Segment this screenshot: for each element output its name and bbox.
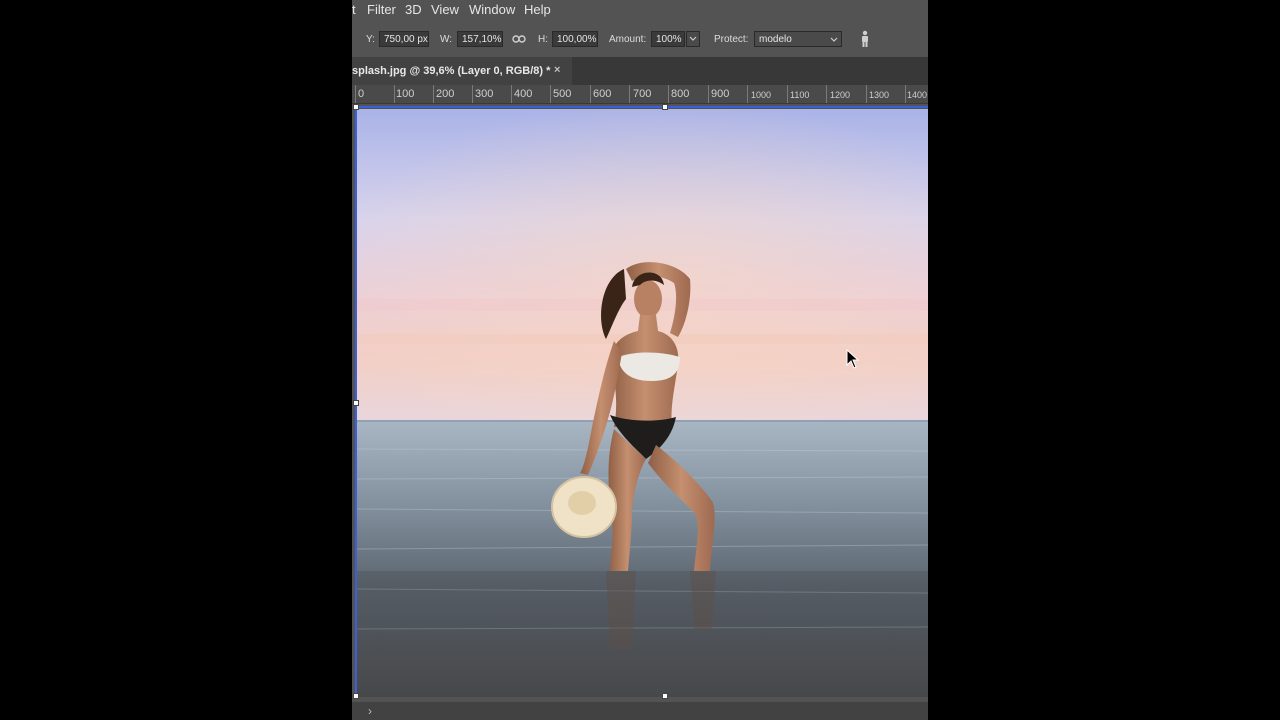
amount-dropdown[interactable] xyxy=(686,31,700,47)
menu-window[interactable]: Window xyxy=(469,2,515,17)
y-label: Y: xyxy=(366,34,375,45)
transform-handle-bottom-left[interactable] xyxy=(353,693,359,699)
ruler-label: 700 xyxy=(633,88,652,100)
menu-bar: t Filter 3D View Window Help xyxy=(352,0,928,21)
document-canvas[interactable] xyxy=(356,109,928,697)
close-icon[interactable]: × xyxy=(554,64,564,76)
ruler-label: 1200 xyxy=(830,90,851,100)
menu-filter[interactable]: Filter xyxy=(367,2,396,17)
photoshop-window: t Filter 3D View Window Help Y: 750,00 p… xyxy=(352,0,928,720)
person-icon[interactable] xyxy=(858,30,872,48)
amount-label: Amount: xyxy=(609,34,647,45)
ruler-label: 1400 xyxy=(907,90,928,100)
horizontal-ruler: 0 100 200 300 400 500 600 700 800 900 10… xyxy=(352,85,928,104)
w-field[interactable]: 157,10% xyxy=(457,31,503,47)
y-field[interactable]: 750,00 px xyxy=(379,31,429,47)
h-label: H: xyxy=(538,34,548,45)
ruler-label: 300 xyxy=(475,88,494,100)
status-bar: › xyxy=(352,702,928,720)
mouse-pointer-icon xyxy=(846,349,860,369)
protect-label: Protect: xyxy=(714,34,749,45)
chevron-down-icon xyxy=(830,32,838,46)
h-field[interactable]: 100,00% xyxy=(552,31,598,47)
ruler-label: 200 xyxy=(436,88,455,100)
ruler-label: 600 xyxy=(593,88,612,100)
ruler-label: 1100 xyxy=(790,90,810,100)
menu-help[interactable]: Help xyxy=(524,2,551,17)
document-tab-bar: splash.jpg @ 39,6% (Layer 0, RGB/8) * × xyxy=(352,57,928,85)
transform-handle-top-left[interactable] xyxy=(353,104,359,110)
ruler-label: 800 xyxy=(671,88,690,100)
ruler-label: 0 xyxy=(358,88,365,100)
ruler-label: 900 xyxy=(711,88,730,100)
w-label: W: xyxy=(440,34,453,45)
ruler-label: 1000 xyxy=(751,90,772,100)
beach-photo xyxy=(356,109,928,697)
document-tab-title: splash.jpg @ 39,6% (Layer 0, RGB/8) * xyxy=(352,65,551,77)
amount-field[interactable]: 100% xyxy=(651,31,685,47)
protect-value: modelo xyxy=(759,34,792,45)
options-bar: Y: 750,00 px W: 157,10% H: 100,00% Amoun… xyxy=(352,22,928,56)
ruler-label: 100 xyxy=(396,88,415,100)
transform-handle-middle-left[interactable] xyxy=(353,400,359,406)
document-tab[interactable]: splash.jpg @ 39,6% (Layer 0, RGB/8) * × xyxy=(352,57,572,85)
link-icon[interactable] xyxy=(512,33,526,45)
ruler-label: 500 xyxy=(553,88,572,100)
ruler-label: 1300 xyxy=(869,90,890,100)
ruler-label: 400 xyxy=(514,88,533,100)
menu-3d[interactable]: 3D xyxy=(405,2,422,17)
status-expand-arrow[interactable]: › xyxy=(368,704,372,718)
menu-edit[interactable]: t xyxy=(352,2,356,17)
menu-view[interactable]: View xyxy=(431,2,459,17)
transform-handle-bottom-center[interactable] xyxy=(662,693,668,699)
protect-select[interactable]: modelo xyxy=(754,31,842,47)
transform-handle-top-center[interactable] xyxy=(662,104,668,110)
transform-box-top-edge[interactable] xyxy=(356,106,928,108)
